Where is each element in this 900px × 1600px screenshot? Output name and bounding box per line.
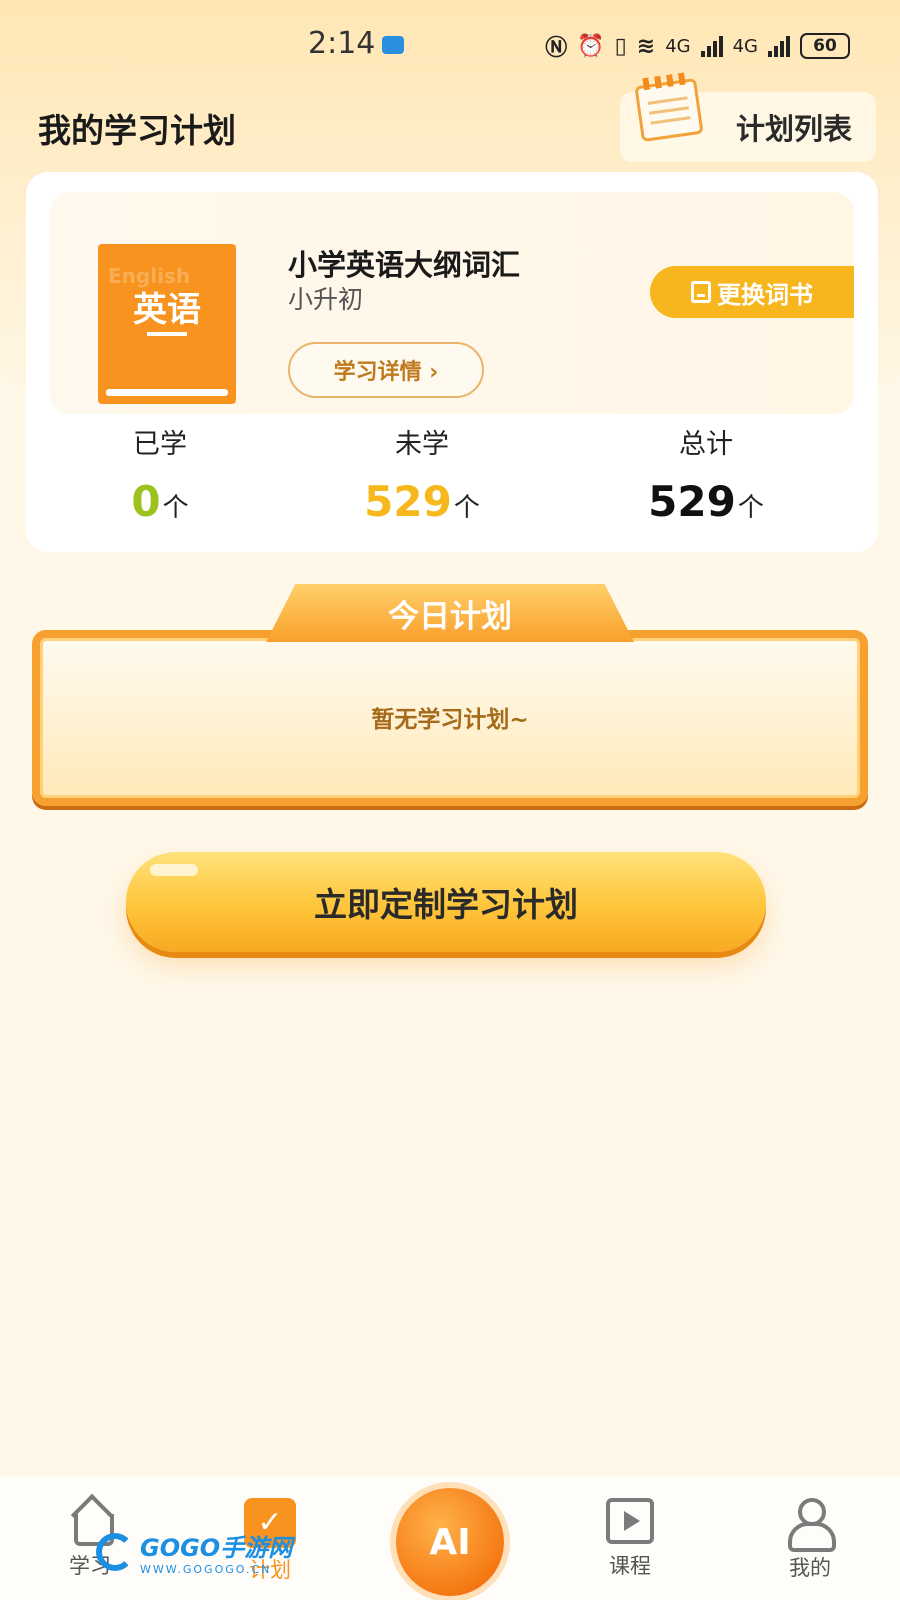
tab-mine-label: 我的	[789, 1556, 831, 1580]
stat-learned-value-row: 0个	[50, 477, 270, 526]
stat-total-unit: 个	[737, 493, 764, 523]
tab-ai[interactable]: AI	[390, 1488, 510, 1596]
wordbook-panel: English 英语 小学英语大纲词汇 小升初 学习详情 › 更换词书	[50, 192, 854, 414]
book-cover[interactable]: English 英语	[98, 244, 236, 404]
cover-spine	[106, 389, 228, 396]
page-title: 我的学习计划	[38, 111, 236, 150]
cover-dash	[147, 332, 187, 336]
network-type: 4G	[665, 35, 691, 57]
study-detail-button[interactable]: 学习详情 ›	[288, 342, 484, 398]
battery-icon: 60	[800, 33, 850, 59]
change-wordbook-button[interactable]: 更换词书	[650, 266, 854, 318]
play-icon	[606, 1498, 654, 1544]
status-time: 2:14	[308, 26, 376, 61]
tab-course[interactable]: 课程	[570, 1498, 690, 1580]
stat-total-value-row: 529个	[596, 477, 816, 526]
network-type-2: 4G	[732, 35, 758, 57]
stat-learned-unit: 个	[162, 493, 189, 523]
today-plan-tab: 今日计划	[266, 584, 634, 642]
plan-list-button[interactable]: 计划列表	[620, 77, 876, 162]
status-bar: 2:14 Ⓝ ⏰ ▯ ≋ 4G 4G 60	[0, 0, 900, 92]
stat-total-label: 总计	[679, 429, 733, 460]
plan-list-label: 计划列表	[735, 112, 852, 146]
wordbook-card: English 英语 小学英语大纲词汇 小升初 学习详情 › 更换词书 已学 0…	[26, 172, 878, 552]
tab-course-label: 课程	[609, 1554, 651, 1578]
stat-unlearned-unit: 个	[453, 493, 480, 523]
watermark-text: GOGO手游网 WWW.GOGOGO.CN	[140, 1528, 292, 1576]
today-plan-empty-text: 暂无学习计划~	[371, 707, 529, 733]
calendar-icon	[634, 77, 704, 143]
customize-plan-label: 立即定制学习计划	[314, 885, 578, 924]
stat-total: 总计 529个	[596, 422, 816, 526]
change-wordbook-label: 更换词书	[717, 280, 813, 309]
watermark: GOGO手游网 WWW.GOGOGO.CN	[96, 1520, 292, 1584]
stat-unlearned-value-row: 529个	[312, 477, 532, 526]
customize-plan-button[interactable]: 立即定制学习计划	[126, 852, 766, 952]
cover-title: 英语	[133, 290, 201, 330]
tab-mine[interactable]: 我的	[750, 1498, 870, 1582]
word-stats: 已学 0个 未学 529个 总计 529个	[26, 422, 878, 542]
nfc-icon: Ⓝ	[545, 36, 568, 61]
book-title: 小学英语大纲词汇	[288, 248, 521, 282]
stat-learned-label: 已学	[133, 429, 187, 460]
stat-unlearned-label: 未学	[395, 429, 449, 460]
signal-icon	[700, 35, 723, 57]
today-plan-box: 暂无学习计划~	[32, 630, 868, 806]
wifi-icon: ≋	[636, 33, 656, 59]
ai-button: AI	[396, 1488, 504, 1596]
status-icons: Ⓝ ⏰ ▯ ≋ 4G 4G 60	[545, 30, 850, 62]
vibrate-icon: ▯	[614, 33, 627, 59]
stat-learned: 已学 0个	[50, 422, 270, 526]
book-subtitle: 小升初	[288, 285, 364, 314]
stat-learned-value: 0	[131, 477, 161, 526]
signal-icon-2	[768, 35, 790, 57]
watermark-logo-icon	[96, 1533, 134, 1571]
watermark-sub: WWW.GOGOGO.CN	[140, 1563, 272, 1576]
alarm-icon: ⏰	[577, 33, 605, 59]
watermark-main: GOGO手游网	[140, 1534, 293, 1562]
stat-unlearned-value: 529	[364, 477, 452, 526]
user-icon	[785, 1498, 836, 1552]
app-notification-icon	[382, 36, 404, 54]
stat-unlearned: 未学 529个	[312, 422, 532, 526]
stat-total-value: 529	[648, 477, 736, 526]
today-plan-title: 今日计划	[388, 598, 512, 635]
book-icon	[691, 281, 711, 303]
